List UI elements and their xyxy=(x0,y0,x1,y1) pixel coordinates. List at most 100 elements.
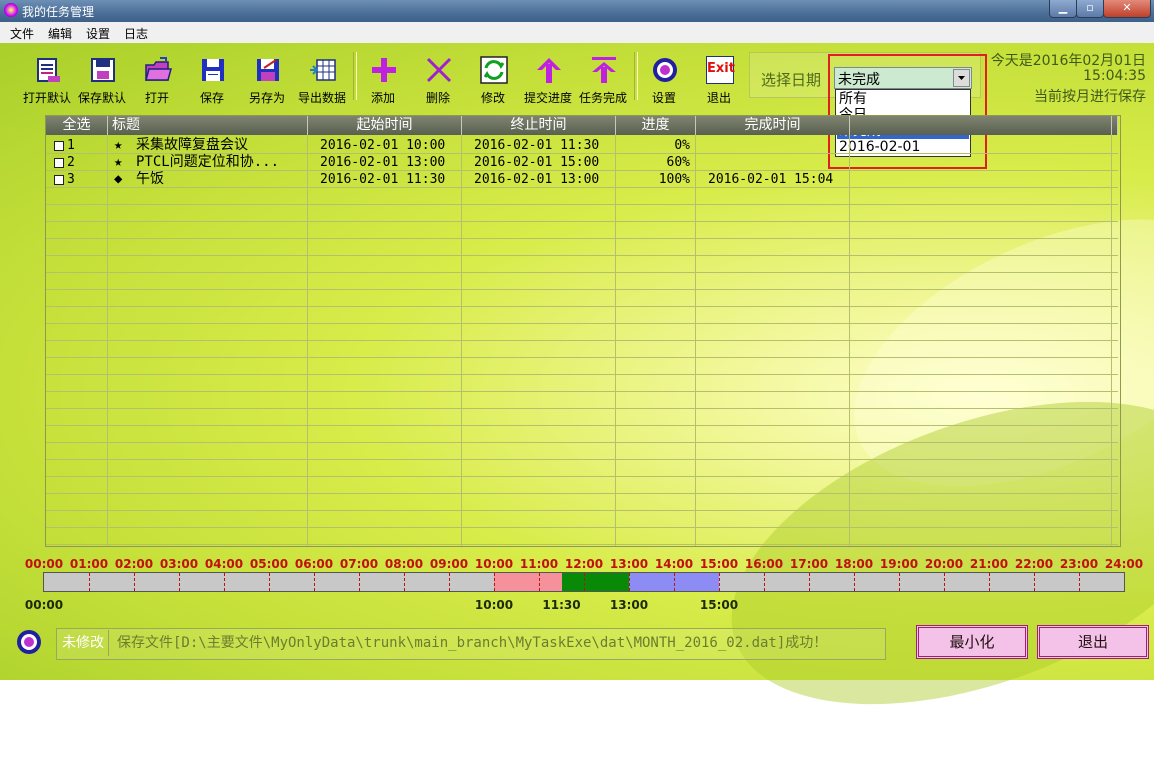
row-progress: 60% xyxy=(666,155,690,170)
task-complete-button[interactable]: 任务完成 xyxy=(574,52,632,105)
save-as-icon xyxy=(257,59,279,81)
grid-row-line xyxy=(46,544,1118,545)
grid-row-line xyxy=(46,306,1118,307)
save-default-button[interactable]: 保存默认 xyxy=(73,52,131,105)
row-diamond-icon: ◆ xyxy=(114,171,123,187)
row-end-time: 2016-02-01 13:00 xyxy=(474,172,600,187)
row-title: 采集故障复盘会议 xyxy=(136,137,248,153)
title-bar: 我的任务管理 ▁ ▫ ✕ xyxy=(0,0,1154,22)
row-checkbox[interactable] xyxy=(54,141,64,151)
open-default-button[interactable]: 打开默认 xyxy=(18,52,76,105)
grid-row-line xyxy=(46,493,1118,494)
modify-button[interactable]: 修改 xyxy=(464,52,522,105)
header-start-time[interactable]: 起始时间 xyxy=(308,116,462,135)
export-data-button[interactable]: 导出数据 xyxy=(293,52,351,105)
timeline-hour-label: 07:00 xyxy=(339,557,379,571)
menu-settings[interactable]: 设置 xyxy=(86,25,110,42)
exit-toolbar-button[interactable]: Exit 退出 xyxy=(690,52,748,105)
row-title: 午饭 xyxy=(136,171,164,187)
grid-row-line xyxy=(46,459,1118,460)
timeline-hour-label: 21:00 xyxy=(969,557,1009,571)
grid-row-line xyxy=(46,272,1118,273)
row-id: 3 xyxy=(67,172,75,187)
timeline-hour-divider xyxy=(809,573,810,591)
grid-row-line xyxy=(46,340,1118,341)
save-button[interactable]: 保存 xyxy=(183,52,241,105)
app-icon xyxy=(4,3,18,17)
timeline-hour-divider xyxy=(449,573,450,591)
timeline-hour-label: 02:00 xyxy=(114,557,154,571)
row-checkbox[interactable] xyxy=(54,158,64,168)
status-bar: 未修改 保存文件[D:\主要文件\MyOnlyData\trunk\main_b… xyxy=(56,628,886,660)
settings-button[interactable]: 设置 xyxy=(635,52,693,105)
minimize-button[interactable]: 最小化 xyxy=(916,625,1028,659)
modify-label: 修改 xyxy=(480,91,505,105)
minimize-window-button[interactable]: ▁ xyxy=(1049,0,1077,18)
header-progress[interactable]: 进度 xyxy=(616,116,696,135)
row-progress: 100% xyxy=(658,172,690,187)
save-label: 保存 xyxy=(199,91,224,105)
timeline-hour-label: 19:00 xyxy=(879,557,919,571)
timeline-hour-divider xyxy=(224,573,225,591)
window-title: 我的任务管理 xyxy=(22,5,95,19)
timeline-marker-label: 11:30 xyxy=(542,598,581,612)
menu-bar: 文件 编辑 设置 日志 xyxy=(0,22,1154,44)
timeline-hour-label: 22:00 xyxy=(1014,557,1054,571)
maximize-window-button[interactable]: ▫ xyxy=(1076,0,1104,18)
delete-label: 删除 xyxy=(425,91,450,105)
row-checkbox[interactable] xyxy=(54,175,64,185)
timeline-hour-divider xyxy=(1034,573,1035,591)
header-end-time[interactable]: 终止时间 xyxy=(462,116,616,135)
header-title[interactable]: 标题 xyxy=(108,116,308,135)
timeline-hour-label: 24:00 xyxy=(1104,557,1144,571)
save-as-button[interactable]: 另存为 xyxy=(238,52,296,105)
task-complete-label: 任务完成 xyxy=(578,91,627,105)
add-button[interactable]: 添加 xyxy=(354,52,412,105)
exit-button[interactable]: 退出 xyxy=(1037,625,1149,659)
cross-icon xyxy=(426,57,452,83)
row-end-time: 2016-02-01 11:30 xyxy=(474,138,600,153)
floppy-disk-icon xyxy=(202,59,224,81)
row-done-time: 2016-02-01 15:04 xyxy=(708,172,834,187)
submit-progress-button[interactable]: 提交进度 xyxy=(519,52,577,105)
modified-state-label: 未修改 xyxy=(58,630,109,656)
open-button[interactable]: 打开 xyxy=(128,52,186,105)
submit-progress-label: 提交进度 xyxy=(523,91,572,105)
header-filler xyxy=(1112,116,1118,135)
grid-row-line xyxy=(46,204,1118,205)
timeline-hour-label: 12:00 xyxy=(564,557,604,571)
table-row[interactable]: 2 ★ PTCL问题定位和协... 2016-02-01 13:00 2016-… xyxy=(46,154,1110,171)
row-star-icon: ★ xyxy=(114,137,123,153)
grid-row-line xyxy=(46,221,1118,222)
save-mode-text: 当前按月进行保存 xyxy=(1034,89,1146,105)
save-as-label: 另存为 xyxy=(248,91,285,105)
timeline-hour-divider xyxy=(134,573,135,591)
open-label: 打开 xyxy=(144,91,169,105)
menu-edit[interactable]: 编辑 xyxy=(48,25,72,42)
grid-row-line xyxy=(46,289,1118,290)
timeline-hour-divider xyxy=(89,573,90,591)
delete-button[interactable]: 删除 xyxy=(409,52,467,105)
timeline-hour-divider xyxy=(854,573,855,591)
export-data-label: 导出数据 xyxy=(297,91,346,105)
table-row[interactable]: 3 ◆ 午饭 2016-02-01 11:30 2016-02-01 13:00… xyxy=(46,171,1110,188)
plus-icon xyxy=(372,58,396,82)
row-id: 1 xyxy=(67,138,75,153)
timeline-marker-label: 10:00 xyxy=(474,598,514,612)
timeline-hour-label: 13:00 xyxy=(609,557,649,571)
timeline-hour-divider xyxy=(1079,573,1080,591)
grid-row-line xyxy=(46,357,1118,358)
close-window-button[interactable]: ✕ xyxy=(1103,0,1151,18)
header-done-time[interactable]: 完成时间 xyxy=(696,116,850,135)
timeline-hour-divider xyxy=(359,573,360,591)
status-message: 保存文件[D:\主要文件\MyOnlyData\trunk\main_branc… xyxy=(117,635,828,651)
menu-file[interactable]: 文件 xyxy=(10,25,34,42)
timeline-hour-label: 16:00 xyxy=(744,557,784,571)
menu-log[interactable]: 日志 xyxy=(124,25,148,42)
arrow-to-top-icon xyxy=(592,57,616,83)
open-default-icon xyxy=(37,58,60,82)
header-select-all[interactable]: 全选 xyxy=(46,116,108,135)
row-star-icon: ★ xyxy=(114,154,123,170)
table-row[interactable]: 1 ★ 采集故障复盘会议 2016-02-01 10:00 2016-02-01… xyxy=(46,137,1110,154)
timeline-hour-divider xyxy=(404,573,405,591)
